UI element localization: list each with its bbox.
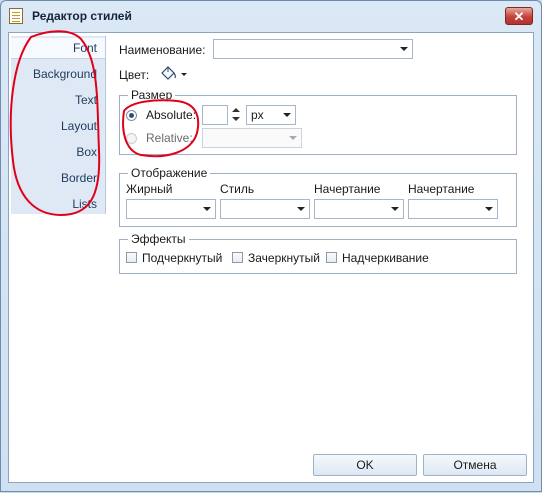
style-editor-dialog: Редактор стилей ✕ Font Background Text L… xyxy=(0,0,542,492)
dialog-title: Редактор стилей xyxy=(32,9,132,23)
effects-group: Эффекты Подчеркнутый Зачеркнутый Надчерк… xyxy=(119,232,517,274)
name-combo[interactable] xyxy=(213,39,413,59)
close-icon: ✕ xyxy=(513,9,525,24)
category-layout[interactable]: Layout xyxy=(61,116,97,136)
category-border[interactable]: Border xyxy=(61,168,97,188)
display-group: Отображение Жирный Стиль Начертание Наче… xyxy=(119,166,517,227)
spin-up-icon xyxy=(232,108,240,112)
category-font[interactable]: Font xyxy=(11,38,105,59)
display-legend: Отображение xyxy=(128,166,211,180)
chevron-down-icon xyxy=(203,207,211,211)
relative-radio[interactable] xyxy=(126,133,137,144)
cancel-button[interactable]: Отмена xyxy=(423,454,527,476)
color-picker-button[interactable] xyxy=(159,65,189,83)
bold-combo[interactable] xyxy=(126,199,216,219)
absolute-label: Absolute: xyxy=(146,108,197,122)
chevron-down-icon xyxy=(391,207,399,211)
overline-checkbox[interactable] xyxy=(326,252,337,263)
typeface-label-1: Начертание xyxy=(314,182,381,196)
category-text[interactable]: Text xyxy=(75,90,97,110)
category-list: Font Background Text Layout Box Border L… xyxy=(11,36,106,214)
bold-label: Жирный xyxy=(126,182,173,196)
color-label: Цвет: xyxy=(119,68,150,82)
size-legend: Размер xyxy=(128,88,176,102)
relative-label: Relative: xyxy=(146,131,193,145)
typeface-combo-2[interactable] xyxy=(408,199,498,219)
overline-label: Надчеркивание xyxy=(342,251,429,265)
category-box[interactable]: Box xyxy=(76,142,97,162)
close-button[interactable]: ✕ xyxy=(505,7,533,25)
spin-down-icon xyxy=(232,117,240,121)
absolute-radio[interactable] xyxy=(126,110,137,121)
title-bar: Редактор стилей ✕ xyxy=(1,1,541,31)
paint-bucket-icon xyxy=(161,66,187,80)
typeface-combo-1[interactable] xyxy=(314,199,404,219)
chevron-down-icon xyxy=(283,113,291,117)
notepad-icon xyxy=(9,8,23,24)
typeface-label-2: Начертание xyxy=(408,182,475,196)
dialog-content: Font Background Text Layout Box Border L… xyxy=(8,32,534,483)
chevron-down-icon xyxy=(289,136,297,140)
underline-label: Подчеркнутый xyxy=(142,251,223,265)
unit-combo[interactable]: px xyxy=(246,105,296,125)
absolute-size-input[interactable] xyxy=(202,105,228,125)
category-lists[interactable]: Lists xyxy=(72,194,97,214)
strikethrough-label: Зачеркнутый xyxy=(248,251,320,265)
ok-button[interactable]: OK xyxy=(313,454,417,476)
effects-legend: Эффекты xyxy=(128,232,189,246)
style-label: Стиль xyxy=(220,182,255,196)
underline-checkbox[interactable] xyxy=(126,252,137,263)
size-group: Размер Absolute: px Relative: xyxy=(119,88,517,155)
category-background[interactable]: Background xyxy=(33,64,97,84)
chevron-down-icon xyxy=(485,207,493,211)
strikethrough-checkbox[interactable] xyxy=(232,252,243,263)
unit-value: px xyxy=(251,108,264,122)
name-label: Наименование: xyxy=(119,43,206,57)
size-spinner[interactable] xyxy=(230,105,242,125)
relative-combo[interactable] xyxy=(202,128,302,148)
style-combo[interactable] xyxy=(220,199,310,219)
chevron-down-icon xyxy=(297,207,305,211)
chevron-down-icon xyxy=(400,47,408,51)
